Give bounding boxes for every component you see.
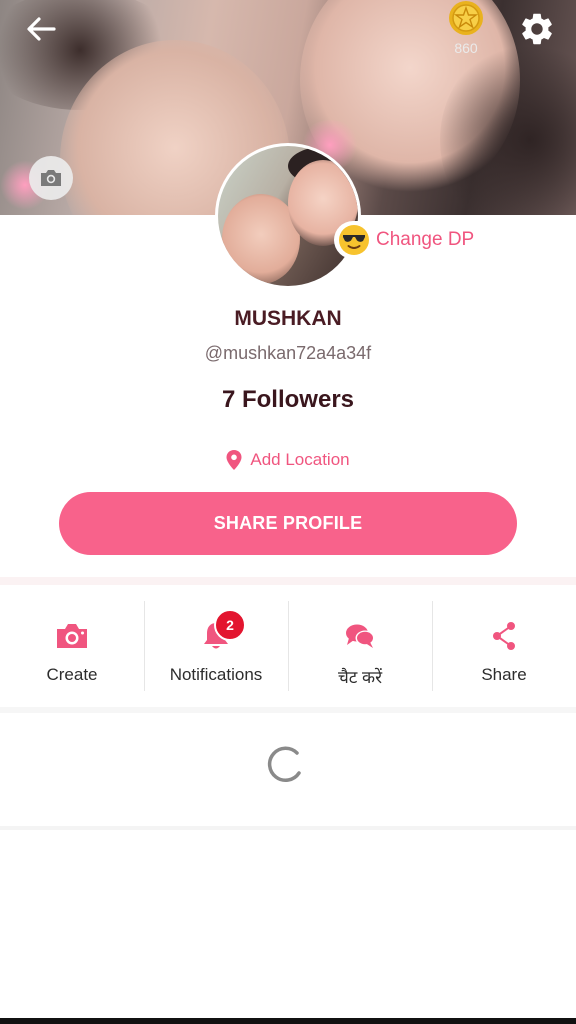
section-divider bbox=[0, 577, 576, 585]
add-location-label: Add Location bbox=[250, 450, 350, 469]
notifications-action[interactable]: Notifications bbox=[144, 587, 288, 705]
notification-badge: 2 bbox=[214, 609, 246, 641]
chat-label: चैट करें bbox=[337, 668, 383, 687]
arrow-left-icon bbox=[27, 17, 56, 41]
change-cover-button[interactable] bbox=[29, 156, 73, 200]
camera-icon bbox=[41, 170, 61, 186]
create-action[interactable]: Create bbox=[0, 587, 144, 705]
coin-balance[interactable]: 860 bbox=[447, 0, 485, 60]
create-label: Create bbox=[46, 665, 98, 684]
profile-avatar[interactable] bbox=[215, 143, 361, 289]
sunglasses-emoji-icon bbox=[339, 225, 369, 255]
section-divider bbox=[0, 826, 576, 830]
coin-count: 860 bbox=[454, 40, 478, 56]
settings-button[interactable] bbox=[518, 10, 556, 48]
back-button[interactable] bbox=[24, 14, 58, 44]
chat-bubbles-icon bbox=[346, 624, 375, 648]
change-dp-label: Change DP bbox=[376, 229, 475, 250]
add-location-link[interactable]: Add Location bbox=[0, 450, 576, 470]
profile-handle: @mushkan72a4a34f bbox=[204, 343, 372, 363]
camera-icon bbox=[57, 624, 87, 648]
system-nav-bar bbox=[0, 1018, 576, 1024]
share-profile-button[interactable]: SHARE PROFILE bbox=[59, 492, 517, 555]
change-dp-button[interactable]: Change DP bbox=[334, 221, 483, 259]
share-label: Share bbox=[481, 665, 527, 684]
notifications-label: Notifications bbox=[169, 665, 263, 684]
profile-photo bbox=[218, 146, 358, 286]
share-action[interactable]: Share bbox=[432, 587, 576, 705]
loading-spinner-icon bbox=[267, 746, 301, 782]
action-bar: Create Notifications चैट करें Share bbox=[0, 587, 576, 705]
gear-icon bbox=[522, 13, 552, 45]
followers-count[interactable]: 7 Followers bbox=[0, 386, 576, 414]
location-pin-icon bbox=[226, 450, 242, 470]
profile-name: MUSHKAN bbox=[234, 307, 342, 330]
share-icon bbox=[493, 622, 515, 650]
coin-icon bbox=[449, 1, 483, 35]
chat-action[interactable]: चैट करें bbox=[288, 587, 432, 705]
